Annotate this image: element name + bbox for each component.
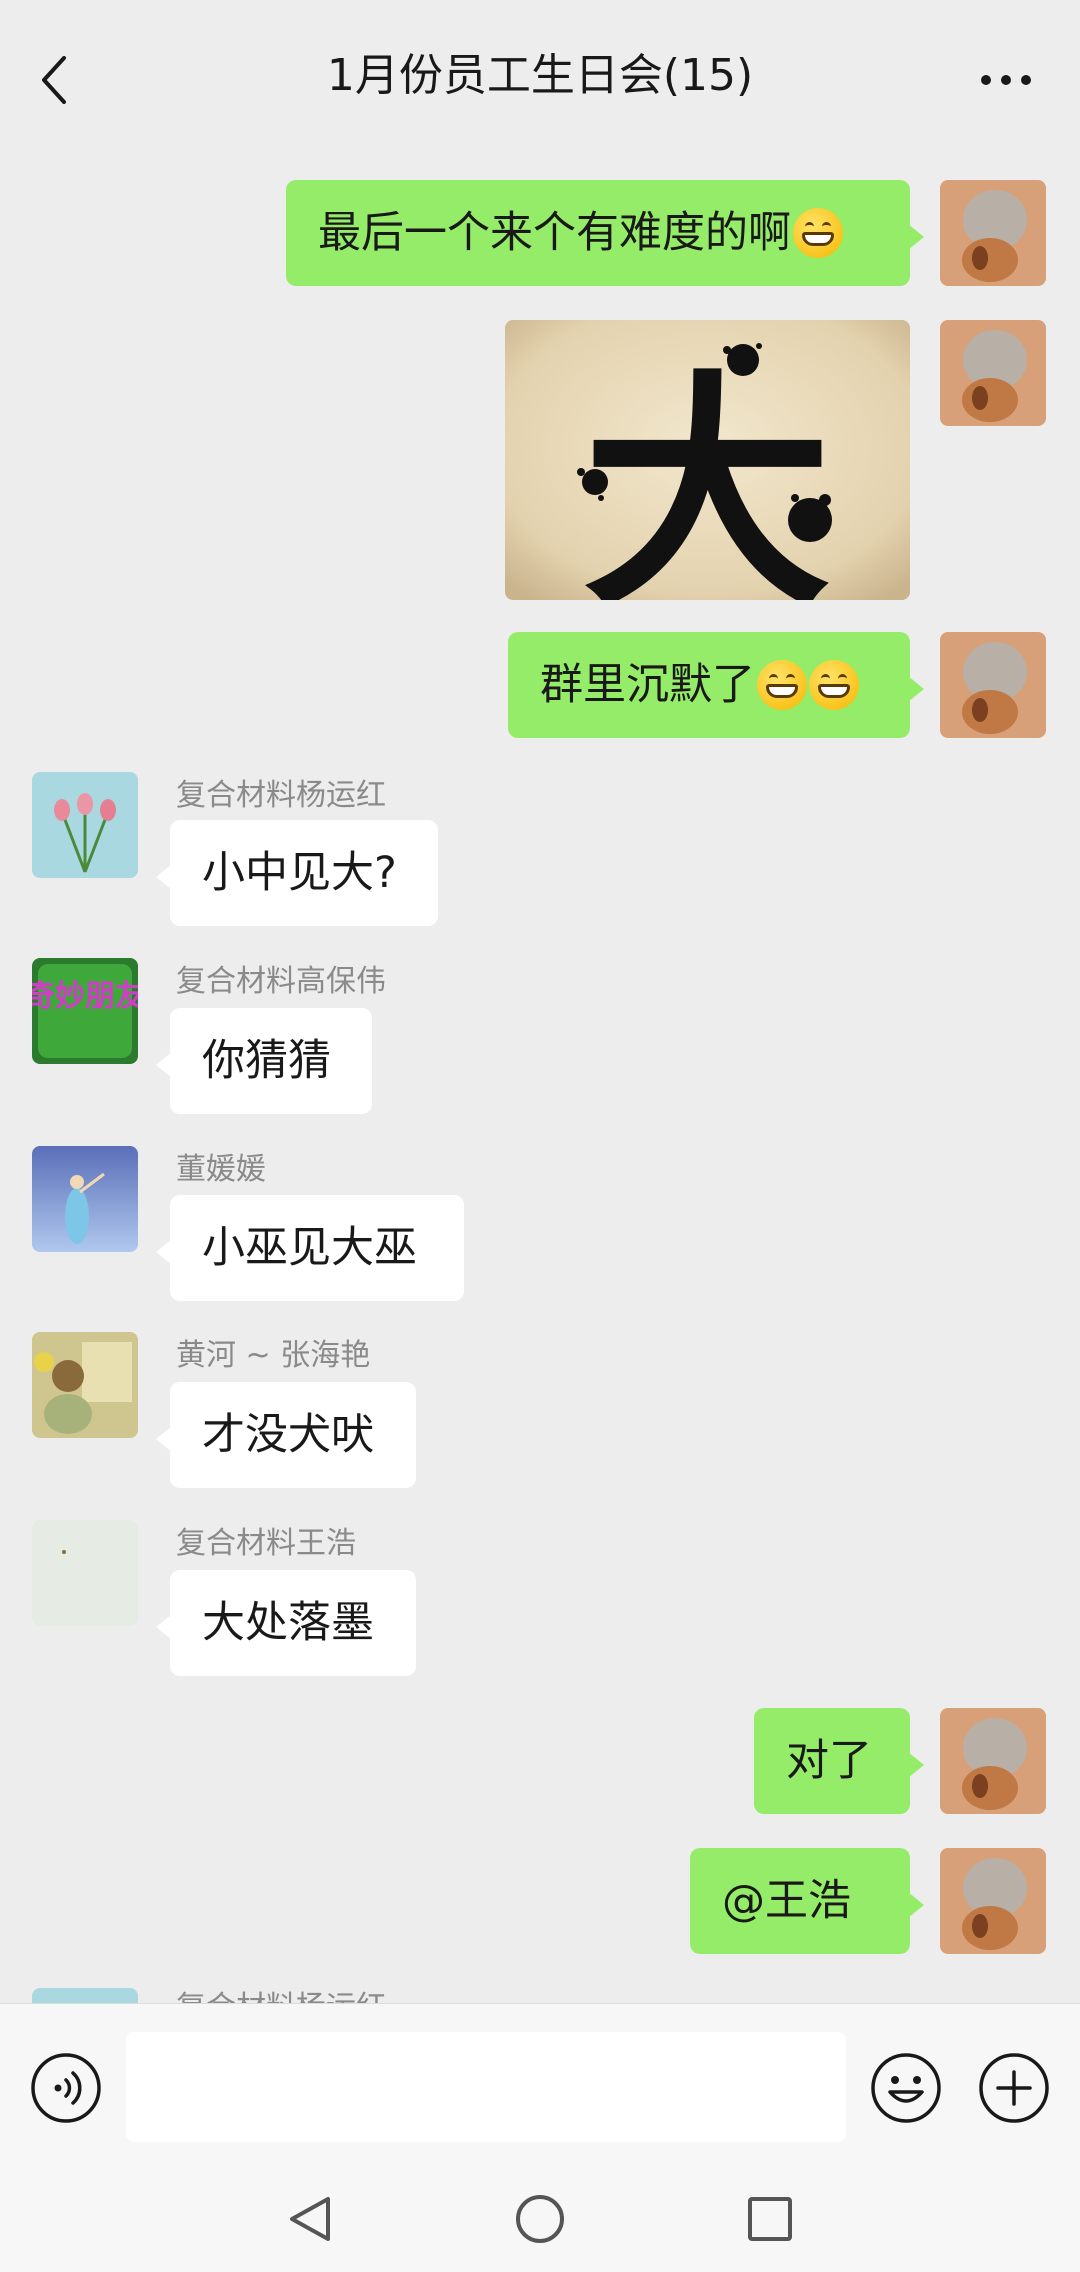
chat-header: 1月份员工生日会(15): [0, 0, 1080, 158]
message-bubble[interactable]: @王浩: [690, 1848, 924, 1954]
message-text: 对了: [786, 1736, 872, 1786]
my-avatar[interactable]: [940, 1708, 1046, 1814]
avatar-tulips[interactable]: [32, 772, 138, 878]
message-text: 小中见大?: [202, 848, 397, 898]
avatar-painting[interactable]: [32, 1332, 138, 1438]
sender-name: 复合材料杨运红: [176, 778, 386, 813]
message-bubble[interactable]: 你猜猜: [156, 1008, 372, 1114]
image-character: 大: [582, 347, 832, 600]
system-nav-bar: [0, 2165, 1080, 2272]
message-text: 最后一个来个有难度的啊: [318, 208, 791, 258]
avatar-label: 奇妙朋友: [32, 979, 138, 1014]
voice-icon[interactable]: [30, 2052, 102, 2124]
avatar-tulips: [32, 1988, 138, 2003]
my-avatar[interactable]: [940, 632, 1046, 738]
emoji-smile-icon[interactable]: [870, 2052, 942, 2124]
sender-name: 复合材料王浩: [176, 1526, 356, 1561]
message-bubble[interactable]: 小中见大?: [156, 820, 438, 926]
message-bubble[interactable]: 对了: [754, 1708, 924, 1814]
avatar-cartoon[interactable]: 奇妙朋友: [32, 958, 138, 1064]
message-bubble[interactable]: 小巫见大巫: [156, 1195, 464, 1301]
sender-name: 董媛媛: [176, 1152, 266, 1187]
partial-message: 复合材料杨运红: [0, 1988, 1080, 2003]
more-dots-icon[interactable]: [976, 60, 1036, 100]
message-text: 才没犬吠: [202, 1410, 374, 1460]
grinning-emoji-icon: [793, 208, 843, 258]
grinning-emoji-icon: [757, 660, 807, 710]
message-bubble[interactable]: 最后一个来个有难度的啊: [286, 180, 924, 286]
message-bubble[interactable]: 才没犬吠: [156, 1382, 416, 1488]
message-text: 小巫见大巫: [202, 1223, 417, 1273]
message-text: @王浩: [722, 1876, 851, 1926]
nav-back-icon[interactable]: [284, 2193, 336, 2245]
message-bubble[interactable]: 群里沉默了: [508, 632, 924, 738]
avatar-ice-princess[interactable]: [32, 1146, 138, 1252]
input-bar: [0, 2003, 1080, 2166]
message-input[interactable]: [126, 2032, 846, 2142]
my-avatar[interactable]: [940, 320, 1046, 426]
message-bubble[interactable]: 大处落墨: [156, 1570, 416, 1676]
grinning-emoji-icon: [809, 660, 859, 710]
message-text: 你猜猜: [202, 1036, 331, 1086]
my-avatar[interactable]: [940, 1848, 1046, 1954]
my-avatar[interactable]: [940, 180, 1046, 286]
avatar-blank[interactable]: [32, 1520, 138, 1626]
message-text: 大处落墨: [202, 1598, 374, 1648]
message-text: 群里沉默了: [540, 660, 755, 710]
nav-home-icon[interactable]: [514, 2193, 566, 2245]
sender-name: 黄河 ~ 张海艳: [176, 1338, 371, 1373]
ink-character-image[interactable]: 大: [505, 320, 910, 600]
nav-recent-apps-icon[interactable]: [744, 2193, 796, 2245]
plus-circle-icon[interactable]: [978, 2052, 1050, 2124]
sender-name: 复合材料杨运红: [176, 1988, 386, 2003]
chat-title: 1月份员工生日会(15): [326, 50, 754, 101]
sender-name: 复合材料高保伟: [176, 964, 386, 999]
